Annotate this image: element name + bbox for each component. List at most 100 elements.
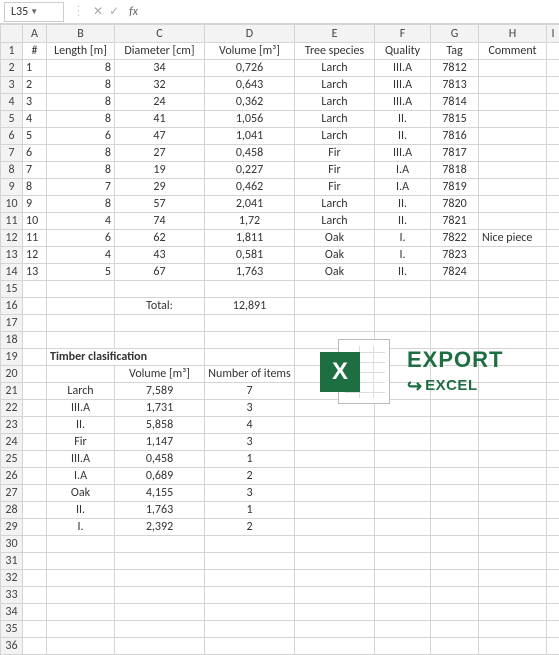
cell[interactable]: Tag [431,43,479,60]
cell[interactable] [431,553,479,570]
cell[interactable]: 3 [205,400,295,417]
cell[interactable]: II. [47,502,115,519]
cell[interactable]: 10 [23,213,47,230]
cell[interactable]: 8 [47,94,115,111]
row-header[interactable]: 4 [1,94,23,111]
cell[interactable] [23,298,47,315]
cell[interactable] [295,553,375,570]
cell[interactable]: 0,689 [115,468,205,485]
row-header[interactable]: 18 [1,332,23,349]
cell[interactable] [547,162,559,179]
cell[interactable]: 2,041 [205,196,295,213]
cell[interactable] [431,366,479,383]
cell[interactable] [479,298,547,315]
cell[interactable] [431,451,479,468]
cell[interactable] [547,417,559,434]
cell[interactable]: 1,72 [205,213,295,230]
cell[interactable] [295,298,375,315]
cell[interactable] [295,451,375,468]
spreadsheet-grid[interactable]: A B C D E F G H I 1#Length [m]Diameter [… [0,24,559,655]
cell[interactable] [23,281,47,298]
cell[interactable]: III.A [375,77,431,94]
cell[interactable]: Comment [479,43,547,60]
cell[interactable]: 2 [23,77,47,94]
cell[interactable] [23,536,47,553]
cell[interactable]: 8 [47,77,115,94]
cell[interactable]: III.A [375,60,431,77]
cell[interactable] [375,604,431,621]
cell[interactable] [205,587,295,604]
cell[interactable] [431,570,479,587]
cell[interactable]: 7815 [431,111,479,128]
cell[interactable] [295,587,375,604]
cell[interactable] [375,502,431,519]
cell[interactable]: 7823 [431,247,479,264]
cell[interactable]: 1,056 [205,111,295,128]
row-header[interactable]: 21 [1,383,23,400]
cell[interactable] [547,485,559,502]
cell[interactable]: 7817 [431,145,479,162]
cell[interactable]: 8 [47,162,115,179]
cell[interactable] [479,485,547,502]
row-header[interactable]: 3 [1,77,23,94]
cell[interactable]: 4 [205,417,295,434]
cell[interactable]: I. [375,247,431,264]
col-header[interactable]: H [479,25,547,43]
cell[interactable] [547,587,559,604]
cell[interactable] [431,604,479,621]
cell[interactable]: III.A [375,145,431,162]
cell[interactable]: II. [375,213,431,230]
cell[interactable]: III.A [375,94,431,111]
cell[interactable] [479,451,547,468]
cell[interactable]: 43 [115,247,205,264]
cell[interactable]: I. [375,230,431,247]
cell[interactable]: 34 [115,60,205,77]
cell[interactable] [479,332,547,349]
cell[interactable]: 7822 [431,230,479,247]
cell[interactable] [479,604,547,621]
cell[interactable]: 1,811 [205,230,295,247]
cell[interactable]: I.A [47,468,115,485]
cell[interactable] [375,366,431,383]
row-header[interactable]: 26 [1,468,23,485]
cell[interactable]: 29 [115,179,205,196]
cell[interactable] [547,638,559,655]
cell[interactable]: II. [375,264,431,281]
cell[interactable] [431,434,479,451]
cell[interactable] [547,196,559,213]
cell[interactable] [431,536,479,553]
cell[interactable] [295,315,375,332]
cell[interactable]: 7818 [431,162,479,179]
cell[interactable]: 57 [115,196,205,213]
cell[interactable] [479,349,547,366]
cell[interactable]: 7,589 [115,383,205,400]
row-header[interactable]: 15 [1,281,23,298]
cell[interactable] [23,332,47,349]
row-header[interactable]: 1 [1,43,23,60]
cell[interactable] [23,468,47,485]
row-header[interactable]: 6 [1,128,23,145]
cell[interactable] [47,587,115,604]
cell[interactable] [23,400,47,417]
cell[interactable] [115,536,205,553]
cell[interactable] [431,587,479,604]
cell[interactable]: 7824 [431,264,479,281]
row-header[interactable]: 33 [1,587,23,604]
cell[interactable] [479,621,547,638]
cell[interactable]: 1,147 [115,434,205,451]
cell[interactable]: 2 [205,468,295,485]
row-header[interactable]: 9 [1,179,23,196]
cell[interactable] [115,281,205,298]
cell[interactable] [205,315,295,332]
col-header[interactable]: A [23,25,47,43]
cell[interactable] [47,536,115,553]
cell[interactable]: 5,858 [115,417,205,434]
cell[interactable] [547,451,559,468]
cell[interactable] [431,298,479,315]
cell[interactable]: 7 [23,162,47,179]
cell[interactable] [375,281,431,298]
cell[interactable]: Quality [375,43,431,60]
cell[interactable] [479,94,547,111]
row-header[interactable]: 8 [1,162,23,179]
cell[interactable] [375,451,431,468]
